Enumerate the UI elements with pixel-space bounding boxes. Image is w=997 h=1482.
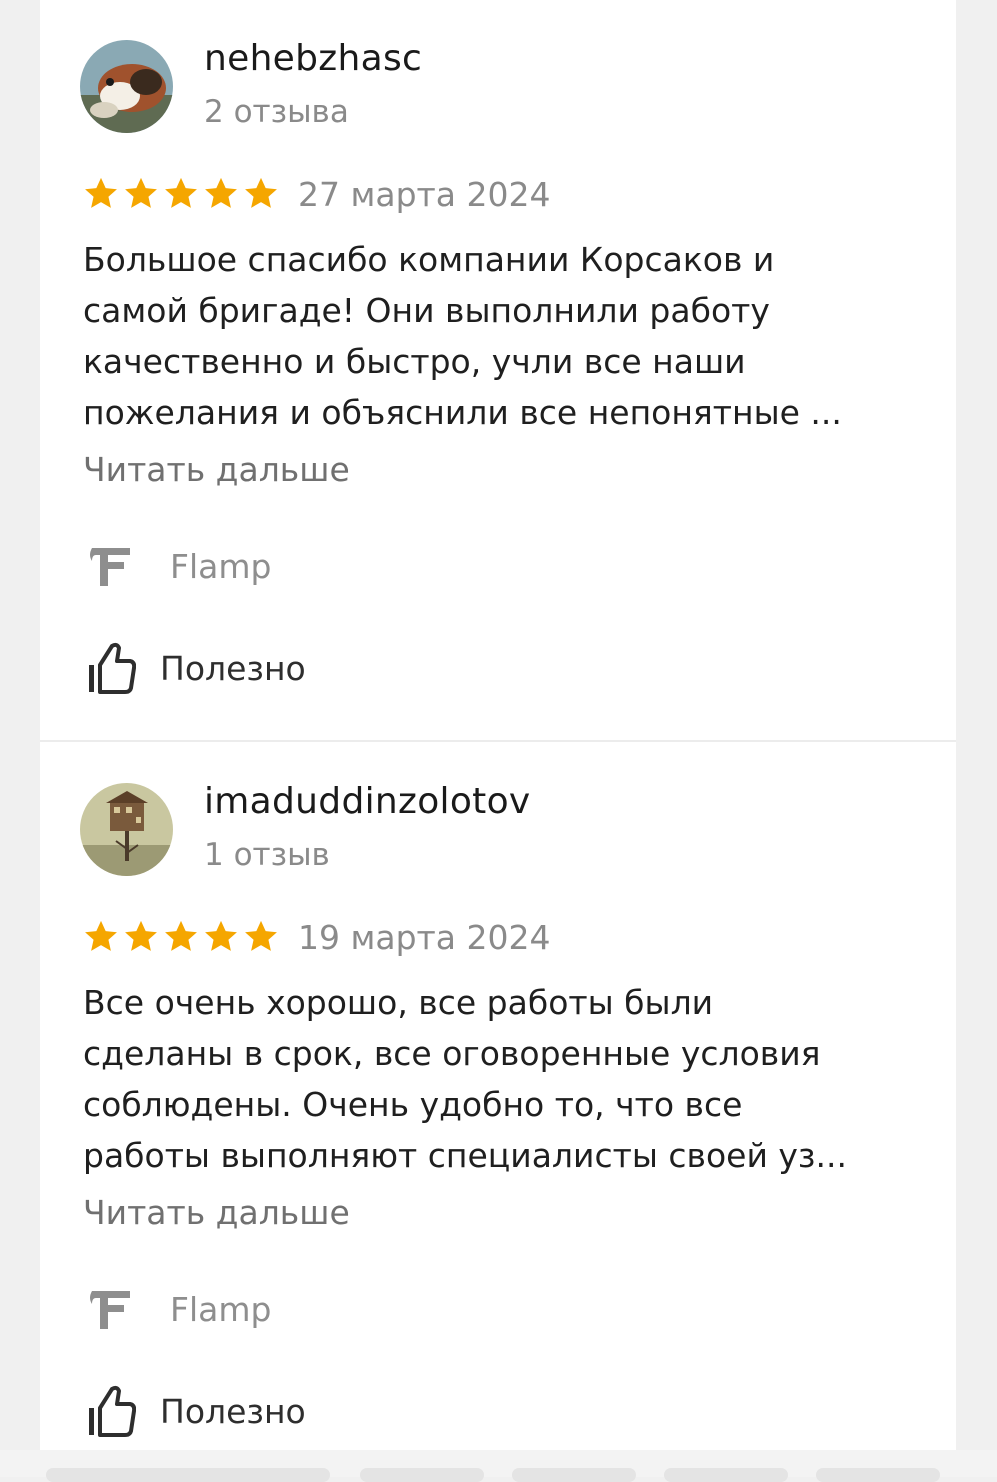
review-text-line: соблюдены. Очень удобно то, что все [83, 1085, 743, 1124]
thumbs-up-icon [89, 642, 136, 694]
bottom-chip[interactable] [816, 1468, 940, 1482]
star-icon [85, 920, 117, 951]
star-icon [245, 920, 277, 951]
review-source: Flamp [86, 540, 271, 592]
bottom-chip[interactable] [360, 1468, 484, 1482]
helpful-label: Полезно [160, 648, 306, 688]
star-icon [125, 920, 157, 951]
helpful-label: Полезно [160, 1391, 306, 1431]
review-date: 19 марта 2024 [298, 917, 551, 957]
star-icon [205, 177, 237, 208]
bottom-bar [0, 1450, 997, 1482]
review-text-line: пожелания и объяснили все непонятные ... [83, 393, 842, 432]
avatar[interactable] [80, 783, 173, 876]
review-text: Большое спасибо компании Корсаков и само… [83, 234, 913, 438]
author-review-count: 2 отзыва [204, 94, 349, 130]
reviews-list: nehebzhasc 2 отзыва 27 марта 2024 Большо… [40, 0, 956, 1450]
thumbs-up-icon [89, 1385, 136, 1437]
review-date: 27 марта 2024 [298, 174, 551, 214]
star-icon [205, 920, 237, 951]
helpful-button[interactable]: Полезно [86, 638, 306, 698]
review-source: Flamp [86, 1283, 271, 1335]
review-text-line: сделаны в срок, все оговоренные условия [83, 1034, 821, 1073]
author-name[interactable]: nehebzhasc [204, 38, 422, 79]
flamp-logo-icon [90, 548, 130, 586]
helpful-button[interactable]: Полезно [86, 1381, 306, 1441]
read-more-link[interactable]: Читать дальше [83, 450, 350, 489]
review-text-line: работы выполняют специалисты своей уз... [83, 1136, 847, 1175]
treehouse-avatar-icon [80, 783, 173, 876]
bottom-chip[interactable] [46, 1468, 330, 1482]
bottom-chip[interactable] [664, 1468, 788, 1482]
review-divider [40, 740, 956, 742]
author-review-count: 1 отзыв [204, 837, 330, 873]
source-label: Flamp [170, 546, 272, 586]
bottom-chip[interactable] [512, 1468, 636, 1482]
review-text-line: Все очень хорошо, все работы были [83, 983, 714, 1022]
guinea-pig-avatar-icon [80, 40, 173, 133]
review-text-line: самой бригаде! Они выполнили работу [83, 291, 770, 330]
author-name[interactable]: imaduddinzolotov [204, 781, 531, 822]
star-rating [82, 175, 280, 213]
flamp-logo-icon [90, 1291, 130, 1329]
source-label: Flamp [170, 1289, 272, 1329]
avatar[interactable] [80, 40, 173, 133]
star-icon [125, 177, 157, 208]
rating-row: 19 марта 2024 [82, 915, 550, 959]
read-more-link[interactable]: Читать дальше [83, 1193, 350, 1232]
star-rating [82, 918, 280, 956]
star-icon [165, 920, 197, 951]
rating-row: 27 марта 2024 [82, 172, 550, 216]
star-icon [165, 177, 197, 208]
star-icon [245, 177, 277, 208]
review-text-line: качественно и быстро, учли все наши [83, 342, 746, 381]
review-text: Все очень хорошо, все работы были сделан… [83, 977, 913, 1181]
star-icon [85, 177, 117, 208]
review-text-line: Большое спасибо компании Корсаков и [83, 240, 775, 279]
